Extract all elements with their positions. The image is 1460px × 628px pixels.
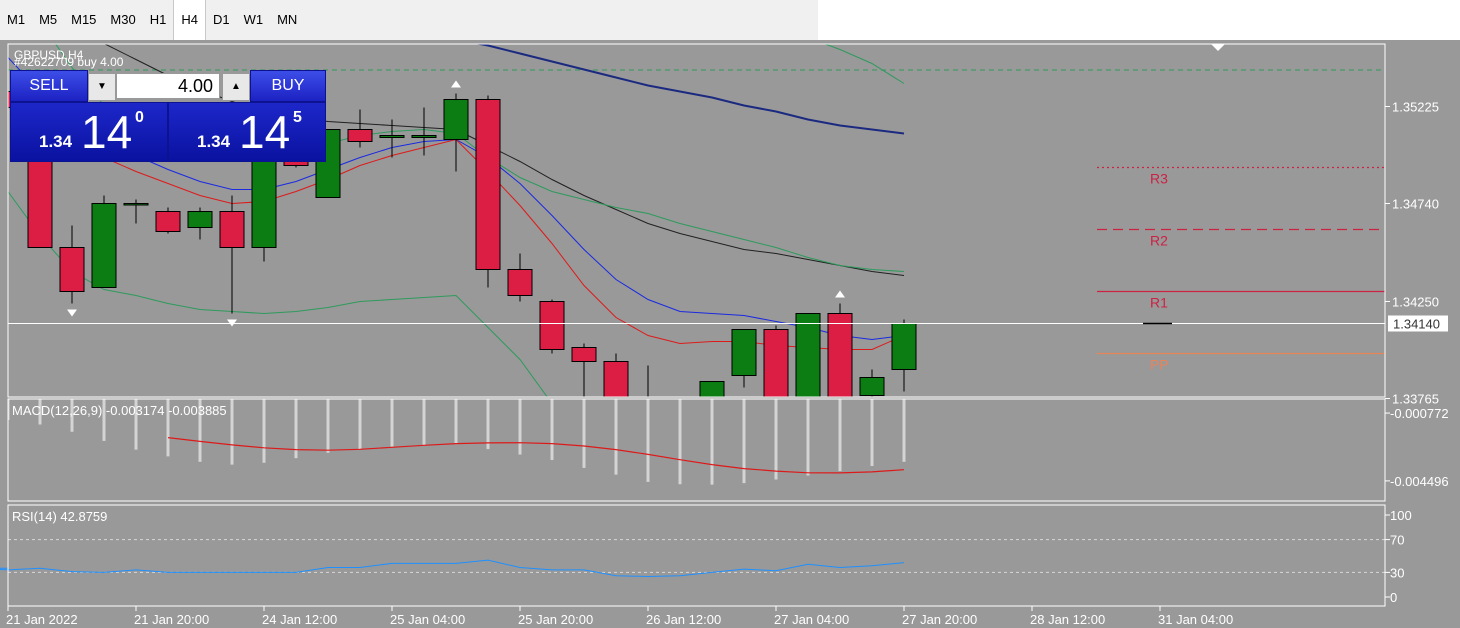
sell-price-box[interactable]: 1.34 14 0 xyxy=(10,102,168,162)
candle-body xyxy=(251,161,277,248)
time-tick-label: 24 Jan 12:00 xyxy=(262,612,337,627)
candle-body xyxy=(219,211,245,248)
sell-button[interactable]: SELL xyxy=(10,70,88,102)
candle-body xyxy=(475,99,501,270)
sell-price-fraction: 0 xyxy=(135,109,144,126)
toolbar-spacer xyxy=(818,0,1460,40)
time-tick-label: 25 Jan 04:00 xyxy=(390,612,465,627)
buy-price-fraction: 5 xyxy=(293,109,302,126)
price-tick-label: 1.34250 xyxy=(1392,295,1439,310)
time-tick-label: 27 Jan 04:00 xyxy=(774,612,849,627)
pivot-label-pp: PP xyxy=(1150,357,1169,373)
timeframe-d1[interactable]: D1 xyxy=(206,0,237,40)
pivot-label-r2: R2 xyxy=(1150,233,1168,249)
one-click-trading-panel: SELL ▼ ▲ BUY 1.34 14 0 1.34 14 5 xyxy=(10,70,326,162)
timeframe-w1[interactable]: W1 xyxy=(237,0,271,40)
time-tick-label: 28 Jan 12:00 xyxy=(1030,612,1105,627)
time-tick-label: 31 Jan 04:00 xyxy=(1158,612,1233,627)
candle-body xyxy=(155,211,181,232)
price-tick-label: 1.35225 xyxy=(1392,100,1439,115)
pivot-label-r3: R3 xyxy=(1150,171,1168,187)
sell-price-pips: 14 xyxy=(81,106,133,158)
timeframe-h4[interactable]: H4 xyxy=(173,0,206,40)
pivot-label-r1: R1 xyxy=(1150,295,1168,311)
timeframe-h1[interactable]: H1 xyxy=(143,0,174,40)
candle-body xyxy=(59,247,85,292)
buy-price-box[interactable]: 1.34 14 5 xyxy=(168,102,326,162)
time-tick-label: 26 Jan 12:00 xyxy=(646,612,721,627)
time-tick-label: 21 Jan 2022 xyxy=(6,612,78,627)
candle-body xyxy=(731,329,757,376)
buy-price-pips: 14 xyxy=(239,106,291,158)
timeframe-m15[interactable]: M15 xyxy=(64,0,103,40)
rsi-title: RSI(14) 42.8759 xyxy=(12,509,107,524)
price-tick-label: 1.34740 xyxy=(1392,197,1439,212)
candle-body xyxy=(891,323,917,370)
buy-price-prefix: 1.34 xyxy=(197,132,231,151)
buy-button[interactable]: BUY xyxy=(250,70,326,102)
timeframe-m30[interactable]: M30 xyxy=(103,0,142,40)
time-tick-label: 25 Jan 20:00 xyxy=(518,612,593,627)
macd-tick-label: -0.004496 xyxy=(1390,474,1449,489)
candle-body xyxy=(571,347,597,362)
current-price-label: 1.34140 xyxy=(1393,317,1440,332)
timeframe-m5[interactable]: M5 xyxy=(32,0,64,40)
time-tick-label: 21 Jan 20:00 xyxy=(134,612,209,627)
timeframe-mn[interactable]: MN xyxy=(270,0,304,40)
candle-body xyxy=(91,203,117,288)
lot-size-input[interactable] xyxy=(116,73,220,99)
price-tick-label: 1.33765 xyxy=(1392,392,1439,407)
time-tick-label: 27 Jan 20:00 xyxy=(902,612,977,627)
candle-body xyxy=(507,269,533,296)
sell-price-prefix: 1.34 xyxy=(39,132,73,151)
lot-decrease-button[interactable]: ▼ xyxy=(88,73,116,101)
candle-body xyxy=(379,135,405,138)
candle-body xyxy=(443,99,469,140)
timeframe-m1[interactable]: M1 xyxy=(0,0,32,40)
rsi-tick-label: 70 xyxy=(1390,533,1404,548)
rsi-tick-label: 100 xyxy=(1390,508,1412,523)
rsi-tick-label: 30 xyxy=(1390,565,1404,580)
macd-tick-label: -0.000772 xyxy=(1390,406,1449,421)
candle-body xyxy=(347,129,373,142)
candle-body xyxy=(123,203,149,206)
candle-body xyxy=(411,135,437,138)
candle-body xyxy=(539,301,565,350)
timeframe-toolbar: M1 M5 M15 M30 H1 H4 D1 W1 MN xyxy=(0,0,818,40)
macd-title: MACD(12,26,9) -0.003174 -0.003885 xyxy=(12,403,227,418)
candle-body xyxy=(859,377,885,396)
candle-body xyxy=(827,313,853,397)
candle-body xyxy=(187,211,213,228)
lot-increase-button[interactable]: ▲ xyxy=(222,73,250,101)
order-note: #42622709 buy 4.00 xyxy=(14,55,124,69)
rsi-tick-label: 0 xyxy=(1390,590,1397,605)
